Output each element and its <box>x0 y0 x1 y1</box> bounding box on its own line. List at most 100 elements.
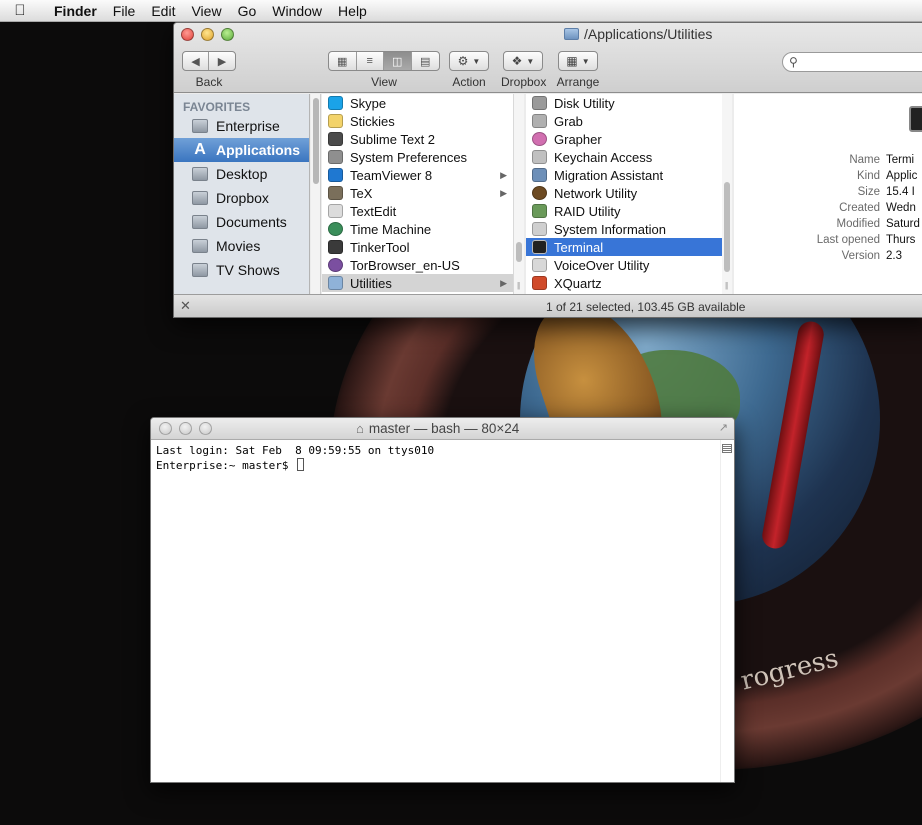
action-button[interactable]: ⚙ ▼ <box>449 51 489 71</box>
info-value: Applic <box>886 170 918 182</box>
coverflow-view-button[interactable]: ▤ <box>412 52 439 70</box>
menu-edit[interactable]: Edit <box>143 0 183 22</box>
list-item[interactable]: Migration Assistant <box>526 166 723 184</box>
sublime-text-icon <box>328 132 343 146</box>
fullscreen-icon[interactable]: ↗ <box>719 421 728 434</box>
list-item[interactable]: Terminal <box>526 238 723 256</box>
grid-icon: ▦ <box>337 55 348 68</box>
applications-column: Skype Stickies Sublime Text 2 System Pre… <box>322 94 514 294</box>
minimize-button[interactable] <box>201 28 214 41</box>
menu-view[interactable]: View <box>183 0 229 22</box>
list-item[interactable]: Sublime Text 2 <box>322 130 513 148</box>
sidebar-item-dropbox[interactable]: Dropbox <box>174 186 309 210</box>
list-item-label: Utilities <box>350 275 392 291</box>
list-view-button[interactable]: ≡ <box>357 52 384 70</box>
list-item-label: Grapher <box>554 131 602 147</box>
home-icon: ⌂ <box>356 421 364 436</box>
terminal-output[interactable]: Last login: Sat Feb 8 09:59:55 on ttys01… <box>151 440 720 782</box>
list-item[interactable]: Stickies <box>322 112 513 130</box>
sidebar-item-enterprise[interactable]: Enterprise <box>174 114 309 138</box>
dropbox-button[interactable]: ❖ ▼ <box>503 51 543 71</box>
list-item[interactable]: TextEdit <box>322 202 513 220</box>
scrollbar-thumb[interactable] <box>724 182 730 272</box>
documents-icon <box>192 215 208 229</box>
zoom-button[interactable] <box>221 28 234 41</box>
column-resize-grip[interactable]: || <box>517 281 520 290</box>
sidebar-item-movies[interactable]: Movies <box>174 234 309 258</box>
list-item-label: TeX <box>350 185 373 201</box>
path-bar-toggle-icon[interactable]: ✕ <box>180 298 191 314</box>
list-item[interactable]: Grapher <box>526 130 723 148</box>
column-scrollbar[interactable]: || <box>722 94 732 294</box>
column-view-button[interactable]: ◫ <box>384 52 412 70</box>
dropbox-label: Dropbox <box>501 75 547 89</box>
zoom-button[interactable] <box>199 422 212 435</box>
info-row: Version 2.3 <box>734 248 922 264</box>
list-item[interactable]: Time Machine <box>322 220 513 238</box>
terminal-title: ⌂ master — bash — 80×24 <box>356 421 519 436</box>
list-item[interactable]: TorBrowser_en-US <box>322 256 513 274</box>
menu-app-finder[interactable]: Finder <box>40 0 105 22</box>
list-item[interactable]: System Preferences <box>322 148 513 166</box>
list-item[interactable]: TeamViewer 8 ▶ <box>322 166 513 184</box>
scrollbar-thumb[interactable] <box>516 242 522 262</box>
back-button[interactable]: ◀ <box>183 52 209 70</box>
column-resize-grip[interactable]: || <box>725 281 728 290</box>
close-button[interactable] <box>181 28 194 41</box>
minimize-button[interactable] <box>179 422 192 435</box>
grapher-icon <box>532 132 547 146</box>
list-item[interactable]: Network Utility <box>526 184 723 202</box>
list-item-label: Terminal <box>554 239 604 255</box>
list-item[interactable]: Keychain Access <box>526 148 723 166</box>
sidebar-item-documents[interactable]: Documents <box>174 210 309 234</box>
list-item-label: Keychain Access <box>554 149 653 165</box>
menu-file[interactable]: File <box>105 0 144 22</box>
info-key: Version <box>841 250 880 262</box>
icon-view-button[interactable]: ▦ <box>329 52 357 70</box>
sidebar-item-desktop[interactable]: Desktop <box>174 162 309 186</box>
stickies-icon <box>328 114 343 128</box>
list-item[interactable]: Skype <box>322 94 513 112</box>
sidebar-item-label: TV Shows <box>216 262 280 278</box>
menu-go[interactable]: Go <box>230 0 265 22</box>
desktop-icon <box>192 167 208 181</box>
list-item[interactable]: Utilities ▶ <box>322 274 513 292</box>
back-arrow-icon: ◀ <box>191 55 200 68</box>
status-bar: ✕ 1 of 21 selected, 103.45 GB available <box>174 294 922 317</box>
list-item[interactable]: System Information <box>526 220 723 238</box>
prompt-text: Enterprise:~ master$ <box>156 459 296 472</box>
chevron-down-icon: ▼ <box>581 56 590 66</box>
list-item-label: System Preferences <box>350 149 468 165</box>
list-item[interactable]: VoiceOver Utility <box>526 256 723 274</box>
back-forward-control: ◀ ▶ <box>182 51 236 71</box>
terminal-title-text: master — bash — 80×24 <box>368 421 520 436</box>
forward-arrow-icon: ▶ <box>217 55 227 68</box>
split-pane-icon[interactable] <box>722 444 732 453</box>
list-item-label: RAID Utility <box>554 203 621 219</box>
forward-button[interactable]: ▶ <box>209 52 235 70</box>
list-item[interactable]: TinkerTool <box>322 238 513 256</box>
search-icon: ⚲ <box>789 55 798 69</box>
sidebar-item-applications[interactable]: A Applications <box>174 138 309 162</box>
column-scrollbar[interactable]: || <box>514 94 524 294</box>
menu-window[interactable]: Window <box>264 0 330 22</box>
list-item[interactable]: RAID Utility <box>526 202 723 220</box>
terminal-scrollbar[interactable] <box>720 440 734 782</box>
sidebar-item-label: Applications <box>216 142 301 158</box>
apple-icon[interactable]:  <box>0 2 40 19</box>
menu-help[interactable]: Help <box>330 0 375 22</box>
menu-bar:  Finder File Edit View Go Window Help <box>0 0 922 22</box>
list-item[interactable]: XQuartz <box>526 274 723 292</box>
info-row: Created Wedn <box>734 200 922 216</box>
sidebar-scrollbar[interactable] <box>311 94 321 294</box>
list-item[interactable]: TeX ▶ <box>322 184 513 202</box>
arrange-button[interactable]: ▦ ▼ <box>558 51 598 71</box>
list-item[interactable]: Grab <box>526 112 723 130</box>
xquartz-icon <box>532 276 547 290</box>
list-item[interactable]: Disk Utility <box>526 94 723 112</box>
scrollbar-thumb[interactable] <box>313 98 319 184</box>
sidebar-item-tv-shows[interactable]: TV Shows <box>174 258 309 282</box>
search-input[interactable]: ⚲ <box>782 52 922 72</box>
close-button[interactable] <box>159 422 172 435</box>
system-information-icon <box>532 222 547 236</box>
